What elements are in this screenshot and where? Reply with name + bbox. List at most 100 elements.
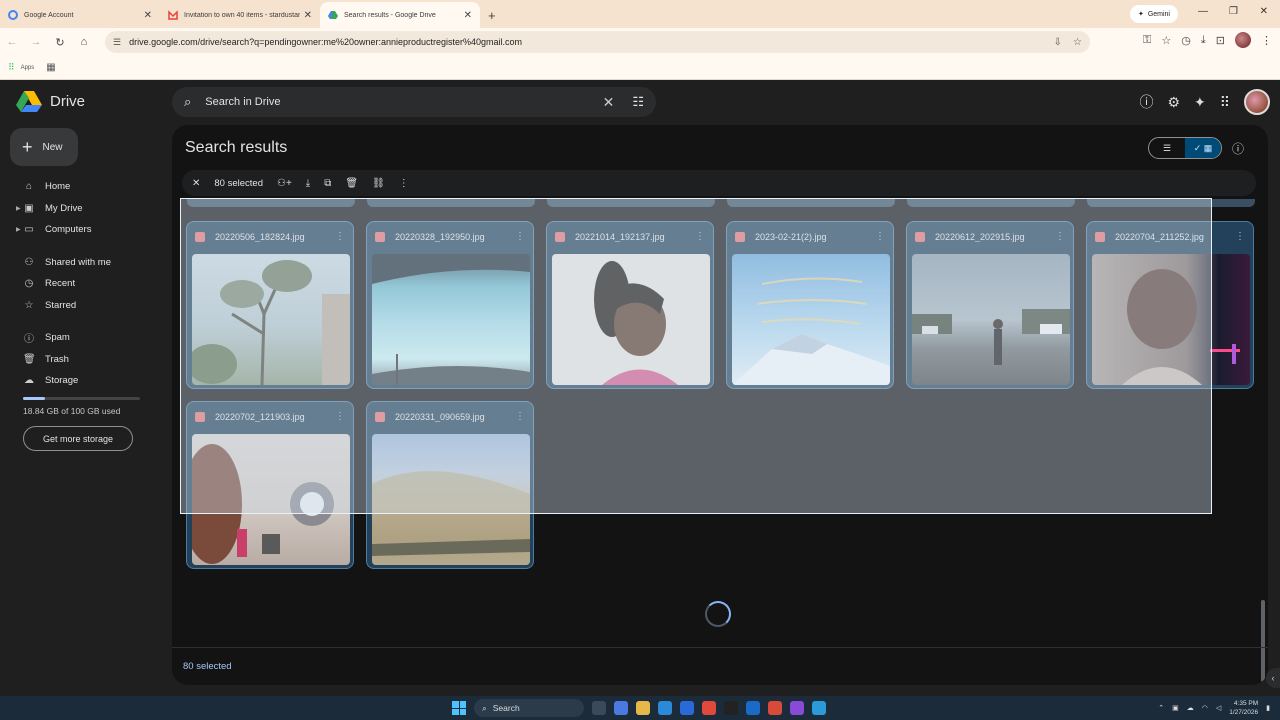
sidebar-item-home[interactable]: ⌂ Home [0, 176, 160, 198]
list-icon: ☰ [1162, 142, 1172, 153]
sidebar-item-label: Recent [45, 278, 76, 290]
chrome-icon[interactable] [702, 701, 716, 715]
file-explorer-icon[interactable] [636, 701, 650, 715]
search-icon[interactable]: ⌕ [184, 94, 191, 110]
menu-kebab-icon[interactable]: ⋮ [1261, 34, 1272, 47]
search-bar[interactable]: ⌕ Search in Drive ✕ ☷ [172, 87, 656, 117]
computer-icon: ▭ [24, 224, 34, 236]
tab-gmail[interactable]: Invitation to own 40 items - stardustand… [160, 2, 320, 28]
password-key-icon[interactable]: ⚿ [1143, 34, 1151, 47]
clock[interactable]: 4:35 PM 1/27/2026 [1229, 699, 1258, 717]
sidebar-item-label: Home [45, 181, 71, 193]
tray-icon[interactable]: ▣ [1172, 704, 1179, 712]
account-avatar[interactable] [1244, 89, 1270, 115]
history-icon[interactable]: ◷ [1181, 34, 1191, 47]
taskbar-search[interactable]: ⌕ Search [474, 699, 584, 717]
sidebar-item-trash[interactable]: 🗑 Trash [0, 349, 160, 371]
maximize-icon[interactable]: ❐ [1229, 6, 1238, 17]
drive-logo-icon [16, 91, 42, 112]
apps-label[interactable]: Apps [21, 65, 35, 71]
caret-right-icon[interactable]: ▶ [16, 226, 21, 233]
info-icon[interactable]: ⓘ [1232, 140, 1244, 157]
sidebar-item-storage[interactable]: ☁ Storage [0, 370, 160, 392]
search-options-icon[interactable]: ☷ [632, 94, 644, 110]
get-more-storage-button[interactable]: Get more storage [23, 426, 133, 451]
new-tab-button[interactable]: + [480, 2, 504, 28]
tab-drive[interactable]: Search results - Google Drive ✕ [320, 2, 480, 28]
terminal-icon[interactable] [724, 701, 738, 715]
drive-logo[interactable]: Drive [16, 90, 85, 112]
task-view-icon[interactable] [592, 701, 606, 715]
site-info-icon[interactable]: ☰ [113, 37, 121, 48]
expand-side-panel-icon[interactable]: ‹ [1266, 668, 1280, 688]
bookmarks-icon[interactable]: ☆ [1161, 34, 1171, 47]
address-bar[interactable]: ☰ drive.google.com/drive/search?q=pendin… [105, 31, 1090, 53]
sidebar-item-computers[interactable]: ▶ ▭ Computers [0, 219, 160, 241]
gemini-button[interactable]: ✦ Gemini [1129, 5, 1178, 23]
help-icon[interactable]: ⓘ [1139, 92, 1153, 112]
install-icon[interactable]: ⇩ [1054, 37, 1062, 48]
close-icon[interactable]: ✕ [304, 10, 312, 21]
storage-meter-fill [23, 397, 46, 400]
reload-icon[interactable]: ↻ [48, 36, 72, 49]
share-icon[interactable]: ⚇+ [277, 178, 292, 189]
file-more-icon[interactable]: ⋮ [1235, 231, 1245, 242]
close-icon[interactable]: ✕ [464, 10, 472, 21]
sidebar-item-shared[interactable]: ⚇ Shared with me [0, 252, 160, 274]
minimize-icon[interactable]: — [1198, 6, 1208, 17]
page-title: Search results [185, 139, 288, 156]
sidebar-item-spam[interactable]: ⓘ Spam [0, 327, 160, 349]
app-icon[interactable] [812, 701, 826, 715]
close-icon[interactable]: ✕ [144, 10, 152, 21]
sidebar-item-label: My Drive [45, 202, 83, 214]
apps-grid-icon[interactable]: ⠿ [8, 62, 15, 73]
browser-toolbar: ← → ↻ ⌂ ☰ drive.google.com/drive/search?… [0, 28, 1280, 56]
chevron-up-icon[interactable]: ⌃ [1158, 704, 1164, 712]
forward-icon[interactable]: → [24, 36, 48, 48]
edge-icon[interactable] [658, 701, 672, 715]
trash-icon[interactable]: 🗑 [345, 178, 358, 189]
grid-view-button[interactable]: ✓ ▦ [1185, 138, 1221, 158]
extension-icons: ⚿ ☆ ◷ ⤓ ⊡ ⋮ [1143, 32, 1272, 48]
outlook-icon[interactable] [746, 701, 760, 715]
notification-icon[interactable]: ▮ [1266, 704, 1270, 712]
home-button-icon[interactable]: ⌂ [72, 36, 96, 48]
tray-icon[interactable]: ☁ [1187, 704, 1194, 712]
sidebar-item-starred[interactable]: ☆ Starred [0, 295, 160, 317]
tab-label: Google Account [24, 11, 74, 19]
tab-groups-icon[interactable]: ▦ [46, 62, 55, 73]
gemini-sparkle-icon[interactable]: ✦ [1194, 94, 1206, 111]
store-icon[interactable] [680, 701, 694, 715]
wifi-icon[interactable]: ◠ [1202, 704, 1208, 712]
google-g-icon [8, 10, 18, 20]
settings-gear-icon[interactable]: ⚙ [1167, 94, 1180, 111]
profile-avatar[interactable] [1235, 32, 1251, 48]
more-actions-icon[interactable]: ⋮ [399, 178, 409, 189]
volume-icon[interactable]: ◁ [1216, 704, 1221, 712]
bookmark-star-icon[interactable]: ☆ [1073, 37, 1082, 48]
close-window-icon[interactable]: ✕ [1260, 6, 1268, 17]
caret-right-icon[interactable]: ▶ [16, 205, 21, 212]
search-input[interactable]: Search in Drive [205, 96, 602, 108]
move-icon[interactable]: ⧉ [324, 178, 331, 189]
tab-google-account[interactable]: Google Account ✕ [0, 2, 160, 28]
tab-search-icon[interactable]: ⊡ [1216, 34, 1225, 47]
download-icon[interactable]: ⤓ [1201, 34, 1206, 47]
app-icon[interactable] [790, 701, 804, 715]
download-icon[interactable]: ⤓ [306, 178, 310, 189]
sidebar-item-label: Spam [45, 332, 70, 344]
google-apps-icon[interactable]: ⠿ [1220, 94, 1230, 111]
gmail-icon [168, 10, 178, 20]
sidebar-item-recent[interactable]: ◷ Recent [0, 273, 160, 295]
clear-search-icon[interactable]: ✕ [603, 94, 615, 111]
windows-start-icon[interactable] [452, 701, 466, 715]
link-icon[interactable]: ⛓ [372, 178, 385, 189]
chrome-active-icon[interactable] [768, 701, 782, 715]
new-button[interactable]: + New [10, 128, 78, 166]
header-actions: ⓘ ⚙ ✦ ⠿ [1139, 89, 1270, 115]
copilot-icon[interactable] [614, 701, 628, 715]
back-icon[interactable]: ← [0, 36, 24, 48]
clear-selection-icon[interactable]: ✕ [192, 178, 200, 189]
list-view-button[interactable]: ☰ [1149, 138, 1185, 158]
sidebar-item-my-drive[interactable]: ▶ ▣ My Drive [0, 198, 160, 220]
